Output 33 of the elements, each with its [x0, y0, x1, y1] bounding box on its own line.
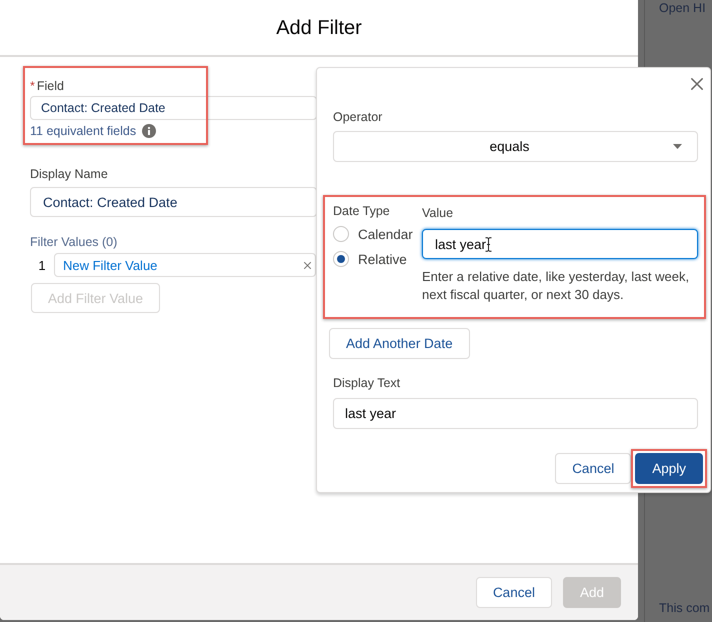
add-another-date-button[interactable]: Add Another Date: [329, 328, 470, 359]
text-cursor-icon: [485, 236, 492, 252]
operator-select[interactable]: equals: [333, 131, 698, 162]
close-button[interactable]: [691, 78, 703, 90]
display-text-label: Display Text: [333, 376, 400, 390]
row-number: 1: [37, 258, 47, 272]
equivalent-fields-text: 11 equivalent fields: [30, 124, 136, 138]
filter-value-field[interactable]: New Filter Value: [54, 253, 316, 277]
date-type-option[interactable]: Relative: [333, 251, 422, 267]
filter-values-label: Filter Values (0): [30, 235, 118, 249]
value-label: Value: [422, 206, 454, 220]
caret-icon: [673, 144, 682, 149]
date-type-option[interactable]: Calendar: [333, 226, 422, 242]
date-type-label: Date Type: [333, 204, 391, 218]
value-input[interactable]: last year: [422, 229, 698, 259]
radio-icon[interactable]: [333, 226, 349, 242]
display-name-label: Display Name: [30, 167, 108, 181]
field-input[interactable]: Contact: Created Date: [30, 96, 317, 120]
close-icon: [691, 78, 703, 90]
background-text: This com: [659, 600, 711, 616]
display-name-input[interactable]: Contact: Created Date: [30, 187, 317, 217]
cancel-button[interactable]: Cancel: [555, 453, 632, 484]
close-icon: [304, 262, 311, 268]
background-text: Open HI: [659, 0, 707, 16]
cancel-button[interactable]: Cancel: [476, 577, 552, 608]
radio-icon[interactable]: [333, 251, 349, 267]
apply-button[interactable]: Apply: [635, 453, 703, 484]
help-text: Enter a relative date, like yesterday, last week, next fiscal quarter, or next 30 days.: [422, 268, 690, 304]
field-label: * Field: [30, 79, 64, 93]
modal-title: Add Filter: [276, 16, 362, 40]
display-text-input[interactable]: last year: [333, 398, 698, 429]
operator-label: Operator: [333, 110, 382, 124]
info-icon[interactable]: [142, 124, 156, 138]
